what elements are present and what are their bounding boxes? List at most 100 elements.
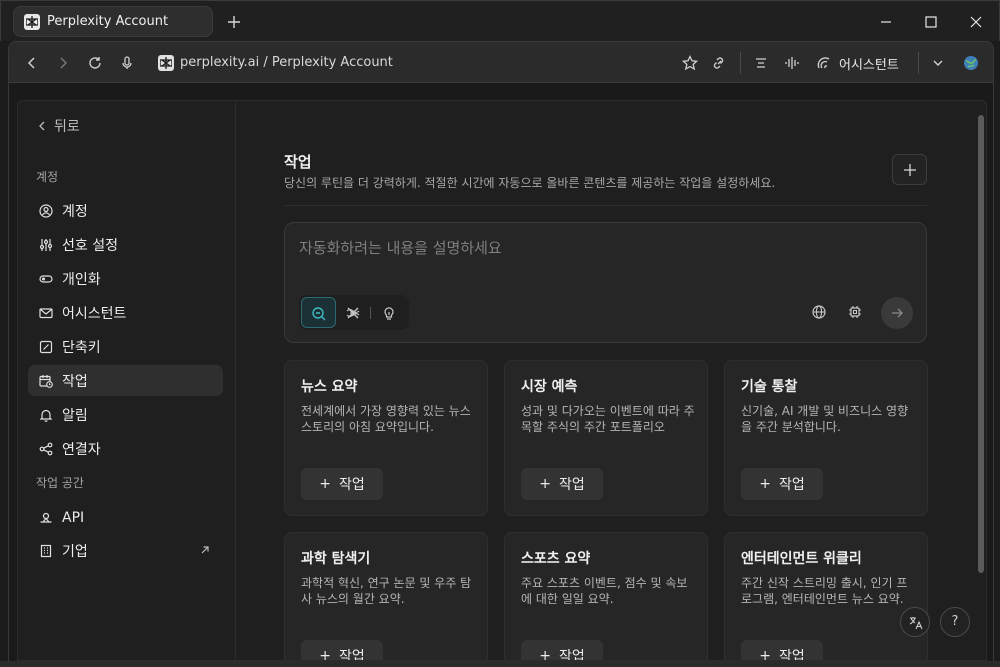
sidebar-item-connectors[interactable]: 연결자 bbox=[28, 433, 223, 464]
sidebar-item-personalization[interactable]: 개인화 bbox=[28, 263, 223, 294]
scrollbar[interactable] bbox=[978, 115, 984, 573]
template-card[interactable]: 시장 예측 성과 및 다가오는 이벤트에 따라 주목할 주식의 주간 포트폴리오… bbox=[504, 360, 708, 516]
add-task-button[interactable] bbox=[892, 154, 927, 185]
close-icon[interactable] bbox=[967, 13, 985, 31]
globe-avatar-icon[interactable] bbox=[962, 54, 980, 72]
sidebar-item-api[interactable]: API bbox=[28, 502, 223, 533]
research-mode-button[interactable] bbox=[336, 297, 371, 328]
back-arrow-icon[interactable] bbox=[23, 54, 41, 72]
labs-mode-button[interactable] bbox=[372, 297, 407, 328]
perplexity-logo-icon bbox=[24, 14, 40, 30]
task-composer[interactable]: 자동화하려는 내용을 설명하세요 bbox=[284, 222, 927, 343]
reader-list-icon[interactable] bbox=[752, 54, 770, 72]
maximize-icon[interactable] bbox=[922, 13, 940, 31]
add-task-card-button[interactable]: + 작업 bbox=[521, 640, 603, 661]
sidebar-item-label: 어시스턴트 bbox=[62, 305, 127, 322]
assistant-button[interactable]: 어시스턴트 bbox=[839, 54, 899, 73]
template-card[interactable]: 엔터테인먼트 위클리 주간 신작 스트리밍 출시, 인기 프로그램, 엔터테인먼… bbox=[724, 532, 928, 661]
card-description: 주요 스포츠 이벤트, 점수 및 속보에 대한 일일 요약. bbox=[521, 576, 688, 606]
new-tab-icon[interactable] bbox=[225, 13, 243, 31]
add-task-card-button[interactable]: + 작업 bbox=[301, 640, 383, 661]
sidebar-item-tasks[interactable]: 작업 bbox=[28, 365, 223, 396]
building-icon bbox=[40, 544, 52, 557]
search-mode-button[interactable] bbox=[301, 297, 336, 328]
help-button[interactable]: ? bbox=[940, 607, 970, 637]
template-card[interactable]: 과학 탐색기 과학적 혁신, 연구 논문 및 우주 탐사 뉴스의 월간 요약. … bbox=[284, 532, 488, 661]
plus-icon: + bbox=[319, 476, 331, 492]
sidebar-item-label: 연결자 bbox=[62, 441, 101, 458]
page-subtitle: 당신의 루틴을 더 강력하게. 적절한 시간에 자동으로 올바른 콘텐츠를 제공… bbox=[284, 176, 776, 190]
window-titlebar: Perplexity Account bbox=[0, 0, 1000, 41]
sidebar-item-label: 계정 bbox=[62, 203, 88, 220]
card-title: 시장 예측 bbox=[521, 379, 578, 395]
submit-button[interactable] bbox=[881, 297, 913, 329]
audio-wave-icon[interactable] bbox=[783, 54, 801, 72]
star-icon[interactable] bbox=[681, 54, 699, 72]
external-link-icon bbox=[201, 546, 209, 554]
plus-icon: + bbox=[319, 648, 331, 661]
card-button-label: 작업 bbox=[778, 477, 805, 493]
tab-title: Perplexity Account bbox=[47, 14, 169, 29]
sidebar-item-label: 선호 설정 bbox=[62, 237, 118, 254]
settings-panel: 뒤로 계정 계정 선호 설정 개인화 어시스턴트 단축키 작업 알림 연결자 작… bbox=[17, 100, 987, 661]
assistant-icon[interactable] bbox=[815, 54, 833, 72]
chevron-down-icon[interactable] bbox=[929, 54, 947, 72]
chevron-left-icon bbox=[39, 121, 45, 131]
settings-sidebar: 뒤로 계정 계정 선호 설정 개인화 어시스턴트 단축키 작업 알림 연결자 작… bbox=[18, 101, 236, 660]
plus-icon bbox=[904, 164, 916, 176]
link-icon[interactable] bbox=[710, 54, 728, 72]
minimize-icon[interactable] bbox=[877, 13, 895, 31]
composer-placeholder[interactable]: 자동화하려는 내용을 설명하세요 bbox=[299, 237, 502, 258]
microphone-icon[interactable] bbox=[118, 54, 136, 72]
user-circle-icon bbox=[39, 203, 53, 218]
page-title: 작업 bbox=[284, 153, 312, 171]
card-title: 기술 통찰 bbox=[741, 379, 798, 395]
globe-icon[interactable] bbox=[811, 304, 827, 320]
card-button-label: 작업 bbox=[558, 477, 585, 493]
add-task-card-button[interactable]: + 작업 bbox=[741, 468, 823, 500]
sliders-icon bbox=[39, 238, 53, 251]
forward-arrow-icon[interactable] bbox=[54, 54, 72, 72]
plus-icon: + bbox=[759, 648, 771, 661]
sidebar-item-notifications[interactable]: 알림 bbox=[28, 399, 223, 430]
template-card[interactable]: 뉴스 요약 전세계에서 가장 영향력 있는 뉴스 스토리의 아침 요약입니다. … bbox=[284, 360, 488, 516]
lightbulb-icon bbox=[384, 307, 394, 320]
card-button-label: 작업 bbox=[778, 649, 805, 661]
sidebar-item-label: 단축키 bbox=[62, 339, 101, 356]
help-label: ? bbox=[951, 614, 959, 629]
browser-toolbar: perplexity.ai / Perplexity Account 어시스턴트 bbox=[8, 41, 994, 83]
card-title: 스포츠 요약 bbox=[521, 551, 591, 567]
plus-icon: + bbox=[759, 476, 771, 492]
browser-tab[interactable]: Perplexity Account bbox=[13, 6, 213, 37]
mode-selector bbox=[299, 295, 409, 330]
card-button-label: 작업 bbox=[558, 649, 585, 661]
plus-icon: + bbox=[539, 476, 551, 492]
card-description: 과학적 혁신, 연구 논문 및 우주 탐사 뉴스의 월간 요약. bbox=[301, 576, 472, 606]
add-task-card-button[interactable]: + 작업 bbox=[301, 468, 383, 500]
chip-icon[interactable] bbox=[847, 304, 863, 320]
mail-icon bbox=[39, 307, 53, 318]
sidebar-item-account[interactable]: 계정 bbox=[28, 195, 223, 226]
arrow-right-icon bbox=[892, 308, 903, 318]
reload-icon[interactable] bbox=[86, 54, 104, 72]
back-link[interactable]: 뒤로 bbox=[36, 116, 80, 136]
template-card[interactable]: 기술 통찰 신기술, AI 개발 및 비즈니스 영향을 주간 분석합니다. + 작… bbox=[724, 360, 928, 516]
tasks-main: 작업 당신의 루틴을 더 강력하게. 적절한 시간에 자동으로 올바른 콘텐츠를… bbox=[237, 101, 986, 661]
atom-icon bbox=[346, 307, 360, 319]
sidebar-item-shortcuts[interactable]: 단축키 bbox=[28, 331, 223, 362]
sidebar-item-assistant[interactable]: 어시스턴트 bbox=[28, 297, 223, 328]
section-label-workspace: 작업 공간 bbox=[36, 476, 84, 490]
template-card[interactable]: 스포츠 요약 주요 스포츠 이벤트, 점수 및 속보에 대한 일일 요약. + 작… bbox=[504, 532, 708, 661]
translate-icon bbox=[909, 617, 923, 630]
section-label-account: 계정 bbox=[36, 170, 59, 184]
sidebar-item-enterprise[interactable]: 기업 bbox=[28, 535, 223, 566]
sidebar-item-preferences[interactable]: 선호 설정 bbox=[28, 229, 223, 260]
toggle-icon bbox=[39, 274, 53, 283]
toolbar-divider bbox=[918, 52, 919, 74]
add-task-card-button[interactable]: + 작업 bbox=[521, 468, 603, 500]
shortcut-icon bbox=[39, 340, 53, 353]
add-task-card-button[interactable]: + 작업 bbox=[741, 640, 823, 661]
address-bar[interactable]: perplexity.ai / Perplexity Account bbox=[180, 55, 393, 70]
translate-button[interactable] bbox=[900, 607, 930, 637]
search-icon bbox=[312, 307, 326, 321]
